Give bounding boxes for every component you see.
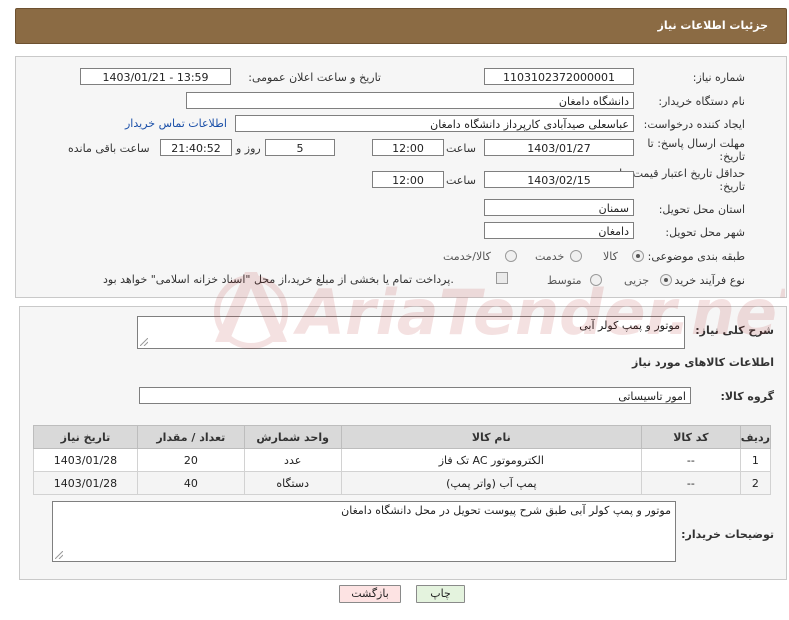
process-type-label: نوع فرآیند خرید : xyxy=(667,274,745,287)
requester-field[interactable]: عباسعلی صیدآبادی کارپرداز دانشگاه دامغان xyxy=(235,115,634,132)
need-number-label: شماره نیاز: xyxy=(692,71,745,84)
cell-goods-name: پمپ آب (واتر پمپ) xyxy=(340,471,642,495)
resize-grip-icon[interactable] xyxy=(140,338,148,346)
table-header-row: ردیف کد کالا نام کالا واحد شمارش تعداد /… xyxy=(33,425,772,449)
goods-table: ردیف کد کالا نام کالا واحد شمارش تعداد /… xyxy=(33,425,772,495)
col-goods-name: نام کالا xyxy=(340,425,642,449)
time-remaining-label: ساعت باقی مانده xyxy=(68,142,150,155)
cell-unit: عدد xyxy=(243,448,342,472)
price-time-label: ساعت xyxy=(446,174,476,187)
cell-unit: دستگاه xyxy=(243,471,342,495)
summary-textarea[interactable]: موتور و پمپ کولر آبی xyxy=(137,316,685,349)
goods-group-label: گروه کالا: xyxy=(720,390,774,403)
province-label: استان محل تحویل: xyxy=(658,203,745,216)
summary-text: موتور و پمپ کولر آبی xyxy=(579,319,680,332)
price-deadline-label-date: تاریخ: xyxy=(719,180,745,193)
need-number-field[interactable]: 1103102372000001 xyxy=(484,68,634,85)
buyer-contact-link[interactable]: اطلاعات تماس خریدار xyxy=(125,117,227,130)
col-quantity: تعداد / مقدار xyxy=(136,425,245,449)
category-both-label: کالا/خدمت xyxy=(443,250,491,263)
city-label: شهر محل تحویل: xyxy=(665,226,745,239)
reply-deadline-label: مهلت ارسال پاسخ: تا xyxy=(647,137,745,150)
announce-date-label: تاریخ و ساعت اعلان عمومی: xyxy=(248,71,381,84)
cell-row-number: 1 xyxy=(739,448,772,472)
buyer-notes-text: موتور و پمپ کولر آبی طبق شرح پیوست تحویل… xyxy=(341,504,671,517)
price-time-field[interactable]: 12:00 xyxy=(372,171,444,188)
requester-label: ایجاد کننده درخواست: xyxy=(643,118,745,131)
reply-date-field[interactable]: 1403/01/27 xyxy=(484,139,634,156)
category-goods-radio[interactable] xyxy=(632,250,644,262)
buyer-notes-label: توضیحات خریدار: xyxy=(681,528,774,541)
category-service-label: خدمت xyxy=(535,250,565,263)
back-button[interactable]: بازگشت xyxy=(339,585,401,603)
announce-date-field[interactable]: 1403/01/21 - 13:59 xyxy=(80,68,231,85)
process-minor-radio[interactable] xyxy=(660,274,672,286)
days-remaining-field[interactable]: 5 xyxy=(265,139,335,156)
process-medium-label: متوسط xyxy=(547,274,582,287)
reply-time-field[interactable]: 12:00 xyxy=(372,139,444,156)
reply-time-label: ساعت xyxy=(446,142,476,155)
resize-grip-icon[interactable] xyxy=(55,551,63,559)
process-minor-label: جزیی xyxy=(624,274,650,287)
city-field[interactable]: دامغان xyxy=(484,222,634,239)
reply-deadline-label-date: تاریخ: xyxy=(719,150,745,163)
days-label: روز و xyxy=(236,142,261,155)
cell-quantity: 40 xyxy=(136,471,245,495)
category-service-radio[interactable] xyxy=(570,250,582,262)
page-header: جزئیات اطلاعات نیاز xyxy=(15,8,787,44)
category-both-radio[interactable] xyxy=(505,250,517,262)
cell-need-date: 1403/01/28 xyxy=(33,471,138,495)
col-row-number: ردیف xyxy=(739,425,772,449)
process-medium-radio[interactable] xyxy=(590,274,602,286)
col-need-date: تاریخ نیاز xyxy=(33,425,138,449)
goods-group-field[interactable]: امور تاسیساتی xyxy=(139,387,691,404)
cell-need-date: 1403/01/28 xyxy=(33,448,138,472)
buyer-org-field[interactable]: دانشگاه دامغان xyxy=(186,92,634,109)
price-deadline-label: حداقل تاریخ اعتبار قیمت: تا xyxy=(619,167,745,180)
print-button[interactable]: چاپ xyxy=(416,585,465,603)
category-label: طبقه بندی موضوعی: xyxy=(647,250,745,263)
category-goods-label: کالا xyxy=(603,250,618,263)
table-row[interactable]: 1 -- الکتروموتور AC تک فاز عدد 20 1403/0… xyxy=(33,448,772,472)
buyer-org-label: نام دستگاه خریدار: xyxy=(658,95,745,108)
price-date-field[interactable]: 1403/02/15 xyxy=(484,171,634,188)
cell-row-number: 2 xyxy=(739,471,772,495)
time-remaining-field[interactable]: 21:40:52 xyxy=(160,139,232,156)
cell-goods-code: -- xyxy=(640,471,741,495)
col-goods-code: کد کالا xyxy=(640,425,741,449)
treasury-payment-checkbox[interactable] xyxy=(496,272,508,284)
table-row[interactable]: 2 -- پمپ آب (واتر پمپ) دستگاه 40 1403/01… xyxy=(33,471,772,495)
treasury-payment-note: پرداخت تمام یا بخشی از مبلغ خرید،از محل … xyxy=(103,273,454,286)
cell-quantity: 20 xyxy=(136,448,245,472)
province-field[interactable]: سمنان xyxy=(484,199,634,216)
cell-goods-code: -- xyxy=(640,448,741,472)
buyer-notes-textarea[interactable]: موتور و پمپ کولر آبی طبق شرح پیوست تحویل… xyxy=(52,501,676,562)
summary-label: شرح کلی نیاز: xyxy=(695,324,774,337)
goods-info-title: اطلاعات کالاهای مورد نیاز xyxy=(632,356,774,369)
page-title: جزئیات اطلاعات نیاز xyxy=(657,19,769,32)
cell-goods-name: الکتروموتور AC تک فاز xyxy=(340,448,642,472)
col-unit: واحد شمارش xyxy=(243,425,342,449)
